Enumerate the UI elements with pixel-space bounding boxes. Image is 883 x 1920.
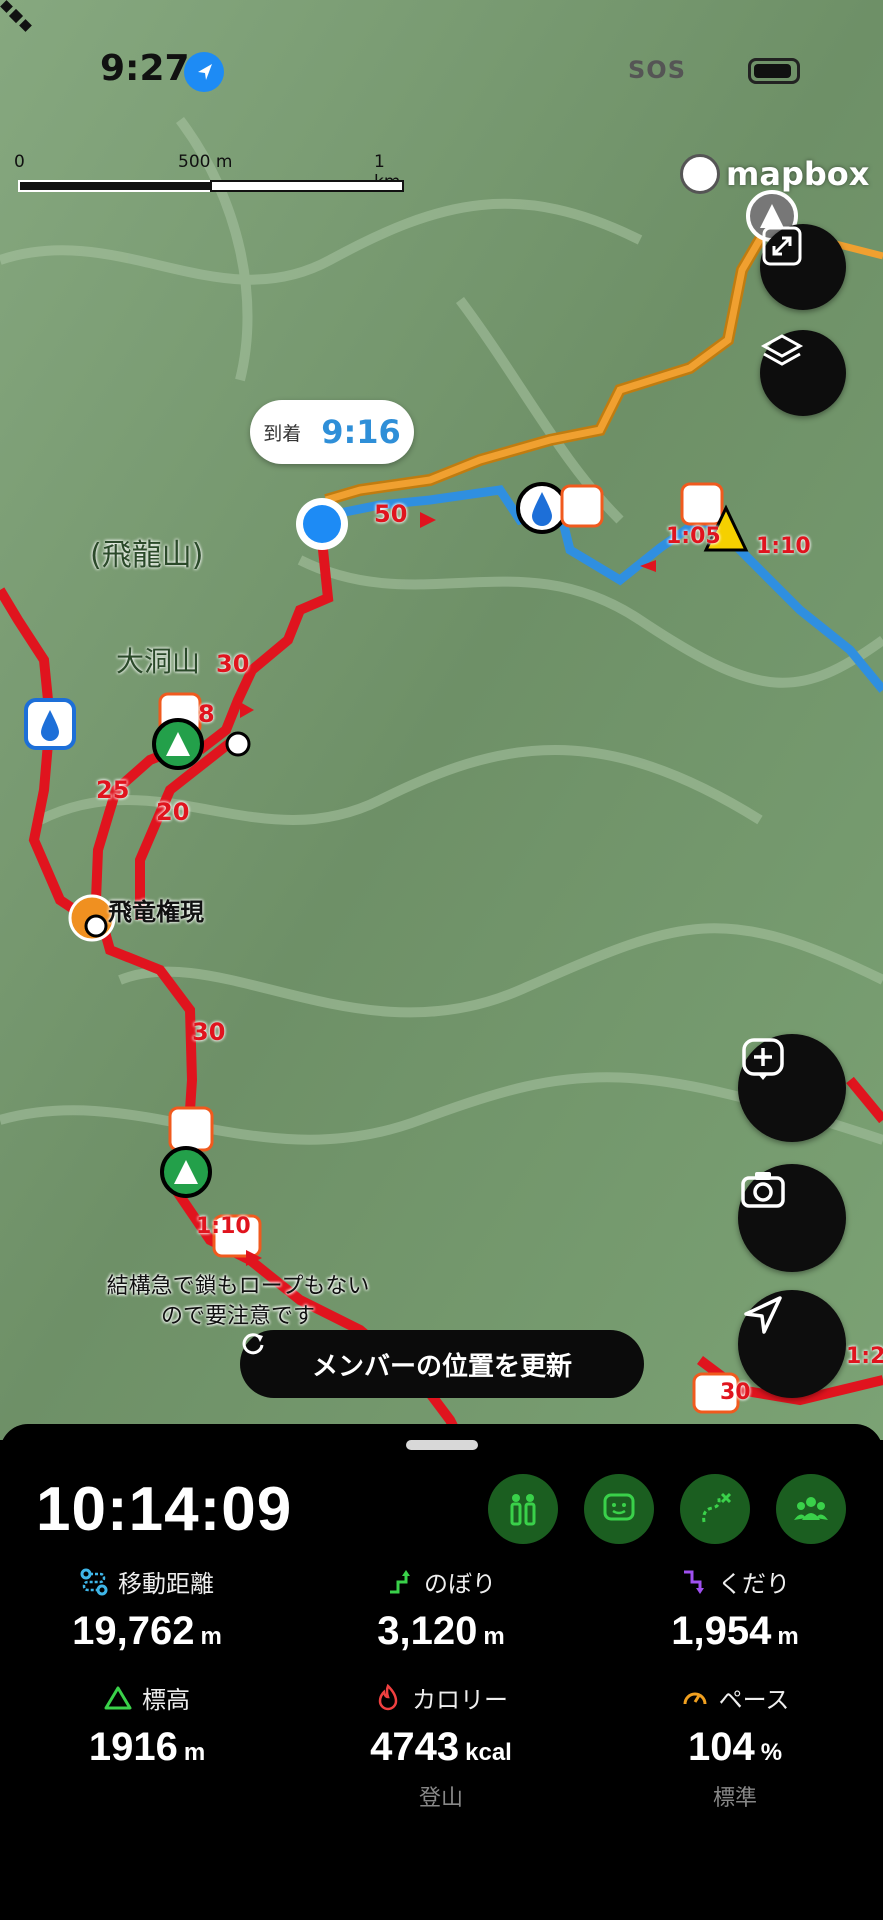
update-member-location-button[interactable]: メンバーの位置を更新 bbox=[240, 1330, 644, 1398]
distance-icon bbox=[80, 1568, 108, 1595]
place-label-hiryu-san: (飛龍山) bbox=[90, 538, 204, 573]
pace-icon bbox=[683, 1692, 707, 1704]
stat-descent-label: くだり bbox=[718, 1570, 790, 1598]
route-time-label: 20 bbox=[156, 798, 190, 826]
stat-ascent-unit: m bbox=[483, 1623, 505, 1650]
route-deviation-button[interactable] bbox=[680, 1474, 750, 1544]
fit-bounds-button[interactable] bbox=[760, 224, 846, 310]
map-note: 結構急で鎖もロープもないので要注意です bbox=[106, 1274, 370, 1329]
stat-elevation-unit: m bbox=[183, 1739, 206, 1766]
scale-segment-dark bbox=[18, 180, 212, 192]
stat-ascent-value: 3,120 bbox=[377, 1609, 478, 1653]
sos-indicator: SOS bbox=[628, 56, 686, 84]
route-time-label: 30 bbox=[192, 1018, 226, 1046]
route-time-label: 1:05 bbox=[666, 524, 721, 549]
stat-elevation-value: 1916 bbox=[88, 1725, 178, 1769]
stat-descent-value: 1,954 bbox=[671, 1609, 772, 1653]
stat-pace-sub: 標準 bbox=[712, 1786, 757, 1811]
stat-pace-label: ペース bbox=[718, 1686, 790, 1714]
place-label-hiryu-gongen: 飛竜権現 bbox=[108, 898, 204, 926]
stat-distance-label: 移動距離 bbox=[118, 1570, 214, 1598]
place-label-odoyama: 大洞山 bbox=[116, 645, 201, 678]
stat-pace-value: 104 bbox=[687, 1725, 755, 1769]
navigate-button[interactable] bbox=[738, 1290, 846, 1398]
stat-pace: ペース 104% 標準 bbox=[588, 1680, 882, 1812]
route-deviation-icon bbox=[702, 1492, 732, 1523]
route-time-label: 1:20 bbox=[846, 1344, 883, 1369]
elevation-icon bbox=[104, 1686, 132, 1709]
stat-distance-unit: m bbox=[200, 1623, 222, 1650]
current-location bbox=[296, 498, 348, 550]
route-time-label: 30 bbox=[720, 1380, 751, 1405]
scale-label-500m: 500 m bbox=[178, 152, 233, 172]
sheet-drag-handle[interactable] bbox=[406, 1440, 478, 1450]
route-time-label: 30 bbox=[216, 650, 250, 678]
mapbox-logo-text: mapbox bbox=[726, 155, 870, 193]
stat-descent-unit: m bbox=[777, 1623, 799, 1650]
stat-descent: くだり 1,954 m bbox=[588, 1564, 882, 1654]
resize-icon bbox=[762, 226, 802, 266]
location-arrow-icon bbox=[184, 52, 224, 92]
stat-ascent-label: のぼり bbox=[424, 1570, 496, 1598]
status-time: 9:27 bbox=[100, 48, 190, 89]
memo-button[interactable] bbox=[584, 1474, 654, 1544]
scale-bar: 0 500 m 1 km bbox=[14, 152, 404, 192]
arrival-time: 9:16 bbox=[321, 413, 401, 451]
water-marker-left[interactable] bbox=[24, 698, 76, 750]
stat-calorie-unit: kcal bbox=[465, 1739, 512, 1766]
group-button[interactable] bbox=[776, 1474, 846, 1544]
stat-pace-unit: % bbox=[760, 1739, 783, 1766]
camera-button[interactable] bbox=[738, 1164, 846, 1272]
elapsed-time: 10:14:09 bbox=[36, 1475, 293, 1544]
mapbox-logo-icon bbox=[680, 154, 720, 194]
route-time-label: 25 bbox=[96, 776, 130, 804]
stat-calorie-value: 4743 bbox=[370, 1725, 460, 1769]
refresh-icon bbox=[242, 1333, 264, 1355]
activity-panel[interactable]: 10:14:09 移動距離 19,762 m のぼり 3,120 m くだり 1… bbox=[0, 1424, 883, 1920]
route-time-label: 1:10 bbox=[196, 1214, 251, 1239]
route-time-label: 50 bbox=[374, 500, 408, 528]
stat-distance-value: 19,762 bbox=[72, 1609, 195, 1653]
stat-distance: 移動距離 19,762 m bbox=[0, 1564, 294, 1654]
add-note-icon bbox=[742, 1038, 784, 1080]
layers-icon bbox=[760, 334, 804, 366]
navigation-arrow-icon bbox=[744, 1296, 782, 1334]
stat-calorie-label: カロリー bbox=[412, 1686, 508, 1714]
add-note-button[interactable] bbox=[738, 1034, 846, 1142]
update-member-location-label: メンバーの位置を更新 bbox=[311, 1351, 572, 1382]
waypoint-dot[interactable] bbox=[225, 731, 251, 757]
stat-elevation-label: 標高 bbox=[142, 1686, 190, 1714]
calorie-icon bbox=[378, 1683, 398, 1710]
scale-segment-light bbox=[210, 180, 404, 192]
stat-ascent: のぼり 3,120 m bbox=[294, 1564, 588, 1654]
camera-icon bbox=[741, 1172, 785, 1208]
arrival-bubble[interactable]: 到着 9:16 bbox=[250, 400, 414, 464]
stat-elevation: 標高 1916 m bbox=[0, 1680, 294, 1770]
map-view[interactable]: 9:27 SOS 0 500 m 1 km mapbox 到着 9:16 飛竜 bbox=[0, 0, 883, 1440]
checkpoint-icon bbox=[510, 1494, 536, 1526]
stat-calorie-sub: 登山 bbox=[418, 1786, 463, 1811]
memo-icon bbox=[603, 1493, 635, 1521]
mapbox-logo[interactable]: mapbox bbox=[680, 154, 869, 194]
arrival-label: 到着 bbox=[263, 422, 302, 445]
ascent-icon bbox=[390, 1569, 410, 1593]
checkpoint-button[interactable] bbox=[488, 1474, 558, 1544]
satellite-icon bbox=[0, 0, 32, 32]
stat-calorie: カロリー 4743 kcal 登山 bbox=[294, 1680, 588, 1812]
battery-icon bbox=[748, 58, 800, 84]
group-icon bbox=[794, 1497, 828, 1520]
layers-button[interactable] bbox=[760, 330, 846, 416]
descent-icon bbox=[684, 1570, 704, 1594]
scale-label-0: 0 bbox=[14, 152, 25, 172]
route-time-label: 1:10 bbox=[756, 534, 811, 559]
route-time-label: 8 bbox=[198, 700, 215, 728]
water-marker[interactable] bbox=[516, 482, 568, 534]
